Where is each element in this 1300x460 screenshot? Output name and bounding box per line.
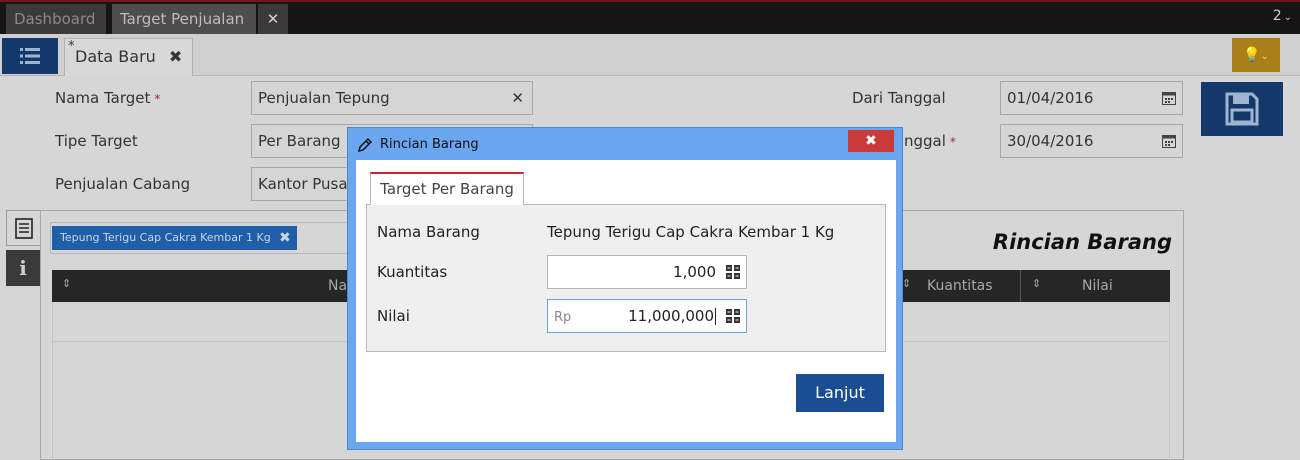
dialog-title: Rincian Barang	[380, 137, 479, 152]
chevron-down-icon: ⌄	[1283, 12, 1292, 23]
tab-target-penjualan-label: Target Penjualan	[120, 10, 245, 28]
nama-barang-value: Tepung Terigu Cap Cakra Kembar 1 Kg	[547, 223, 835, 241]
nilai-input[interactable]: Rp 11,000,000	[547, 299, 747, 333]
kuantitas-value: 1,000	[673, 263, 716, 281]
tab-target-penjualan[interactable]: Target Penjualan	[112, 4, 256, 36]
currency-prefix: Rp	[554, 310, 572, 325]
nilai-label: Nilai	[377, 307, 410, 325]
nilai-value: 11,000,000	[628, 307, 714, 325]
calculator-icon[interactable]	[726, 309, 740, 323]
tab-count-dropdown[interactable]: 2 ⌄	[1273, 8, 1292, 24]
kuantitas-input[interactable]: 1,000	[547, 255, 747, 289]
tab-dashboard[interactable]: Dashboard	[6, 4, 106, 36]
calculator-icon[interactable]	[726, 265, 740, 279]
kuantitas-label: Kuantitas	[377, 263, 448, 281]
tab-count: 2	[1272, 8, 1282, 24]
lanjut-button[interactable]: Lanjut	[796, 374, 884, 412]
pencil-icon	[357, 137, 373, 153]
rincian-barang-dialog: Rincian Barang ✖ Target Per Barang Nama …	[347, 127, 903, 450]
text-caret	[715, 308, 716, 325]
dialog-body: Target Per Barang Nama Barang Tepung Ter…	[356, 160, 896, 442]
close-icon: ✖	[865, 133, 877, 149]
nilai-value-wrap: 11,000,000	[628, 307, 716, 325]
dialog-tab-content: Nama Barang Tepung Terigu Cap Cakra Kemb…	[366, 204, 886, 352]
top-tab-bar: Dashboard Target Penjualan ✕ 2 ⌄	[0, 0, 1300, 36]
tab-close-icon[interactable]: ✕	[258, 4, 288, 36]
tab-target-per-barang[interactable]: Target Per Barang	[370, 172, 524, 205]
dialog-close-button[interactable]: ✖	[848, 130, 894, 152]
tab-dashboard-label: Dashboard	[14, 10, 96, 28]
nama-barang-label: Nama Barang	[377, 223, 480, 241]
